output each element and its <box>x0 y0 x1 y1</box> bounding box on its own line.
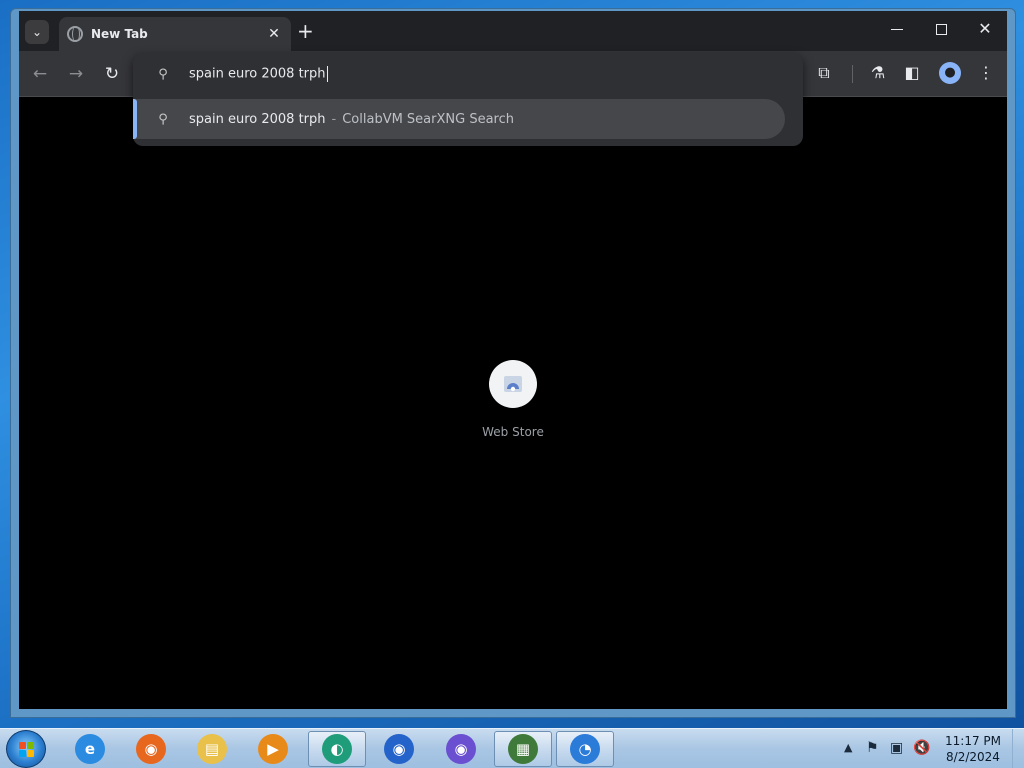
firefox-nightly-icon: ◉ <box>446 734 476 764</box>
file-explorer-icon: ▤ <box>197 734 227 764</box>
side-panel-icon: ◧ <box>904 63 920 82</box>
show-desktop-button[interactable] <box>1012 729 1024 768</box>
text-caret <box>326 66 328 82</box>
labs-button[interactable]: ⚗ <box>867 63 889 82</box>
taskbar-app-button[interactable]: e <box>61 731 119 767</box>
remote-desktop-icon: ◔ <box>570 734 600 764</box>
taskbar-app-button[interactable]: ◉ <box>122 731 180 767</box>
arrow-right-icon: → <box>68 64 84 84</box>
omnibox-suggestion[interactable]: ⚲ spain euro 2008 trph - CollabVM SearXN… <box>133 99 785 139</box>
shortcut-label: Web Store <box>482 425 544 439</box>
browser-chrome: ⌄ New Tab ✕ + ✕ ← → ↻ ⧉ ⚗ ◧ ● ⋮ ⚲ spain … <box>19 11 1007 709</box>
toolbar-divider <box>852 65 853 83</box>
volume-muted-icon[interactable]: 🔇 <box>913 740 930 756</box>
suggestion-source: CollabVM SearXNG Search <box>342 111 514 127</box>
task-manager-icon: ▦ <box>508 734 538 764</box>
new-tab-button[interactable]: + <box>297 21 314 41</box>
window-close-button[interactable]: ✕ <box>967 19 1003 38</box>
internet-explorer-icon: e <box>75 734 105 764</box>
profile-button[interactable]: ● <box>939 62 961 84</box>
omnibox-popup: ⚲ spain euro 2008 trph ⚲ spain euro 2008… <box>133 53 803 146</box>
globe-icon <box>67 26 83 42</box>
clock-date: 8/2/2024 <box>946 750 1000 764</box>
arrow-left-icon: ← <box>32 64 48 84</box>
network-icon[interactable]: ▣ <box>890 740 903 756</box>
taskbar: e ◉ ▤ ▶ ◐ ◉ ◉ ▦ ◔ ▲ ⚑ ▣ 🔇 11:17 PM 8/2/2024 <box>0 728 1024 768</box>
chevron-down-icon: ⌄ <box>31 25 43 39</box>
start-button[interactable] <box>6 730 46 768</box>
taskbar-app-button[interactable]: ◔ <box>556 731 614 767</box>
system-clock[interactable]: 11:17 PM 8/2/2024 <box>938 733 1008 765</box>
search-icon: ⚲ <box>158 111 168 127</box>
shortcut-tile[interactable] <box>489 360 537 408</box>
avatar-icon: ● <box>944 65 956 80</box>
minimize-icon <box>891 29 903 30</box>
close-icon: ✕ <box>978 19 992 38</box>
tab-search-button[interactable]: ⌄ <box>25 20 49 44</box>
tray-expand-icon[interactable]: ▲ <box>844 741 852 754</box>
suggestion-separator: - <box>331 111 337 127</box>
address-input[interactable]: spain euro 2008 trph <box>189 67 326 82</box>
tab-close-icon[interactable]: ✕ <box>265 26 283 42</box>
action-center-flag-icon[interactable]: ⚑ <box>866 740 879 756</box>
menu-button[interactable]: ⋮ <box>975 63 997 82</box>
maximize-icon <box>935 24 947 35</box>
suggestion-query: spain euro 2008 trph <box>189 111 326 127</box>
tab-title: New Tab <box>91 27 148 41</box>
tab-strip: ⌄ New Tab ✕ + ✕ <box>19 11 1007 51</box>
tab-new-tab[interactable]: New Tab ✕ <box>59 17 291 51</box>
extensions-button[interactable]: ⧉ <box>813 63 835 83</box>
taskbar-app-button[interactable]: ◉ <box>432 731 490 767</box>
plus-icon: + <box>297 19 314 43</box>
taskbar-app-button[interactable]: ▶ <box>244 731 302 767</box>
taskbar-app-button[interactable]: ▦ <box>494 731 552 767</box>
chrome-icon: ◐ <box>322 734 352 764</box>
firefox-blue-icon: ◉ <box>384 734 414 764</box>
media-player-icon: ▶ <box>258 734 288 764</box>
minimize-button[interactable] <box>879 19 915 38</box>
clock-time: 11:17 PM <box>945 734 1001 748</box>
windows-logo-icon <box>19 742 35 758</box>
taskbar-app-button[interactable]: ◉ <box>370 731 428 767</box>
maximize-button[interactable] <box>923 19 959 38</box>
new-tab-page: Web Store <box>19 98 1007 709</box>
taskbar-app-button[interactable]: ▤ <box>183 731 241 767</box>
reload-button[interactable]: ↻ <box>101 64 123 84</box>
back-button[interactable]: ← <box>29 64 51 84</box>
shortcut-web-store[interactable]: Web Store <box>459 360 567 439</box>
web-store-icon <box>504 376 522 392</box>
kebab-menu-icon: ⋮ <box>978 63 994 82</box>
browser-window: ⌄ New Tab ✕ + ✕ ← → ↻ ⧉ ⚗ ◧ ● ⋮ ⚲ spain … <box>10 8 1016 718</box>
reload-icon: ↻ <box>104 64 120 84</box>
firefox-icon: ◉ <box>136 734 166 764</box>
flask-icon: ⚗ <box>870 63 886 82</box>
taskbar-app-button[interactable]: ◐ <box>308 731 366 767</box>
search-icon: ⚲ <box>158 66 168 82</box>
address-bar[interactable]: ⚲ spain euro 2008 trph <box>133 53 803 95</box>
puzzle-icon: ⧉ <box>818 63 830 82</box>
forward-button[interactable]: → <box>65 64 87 84</box>
side-panel-button[interactable]: ◧ <box>901 63 923 82</box>
